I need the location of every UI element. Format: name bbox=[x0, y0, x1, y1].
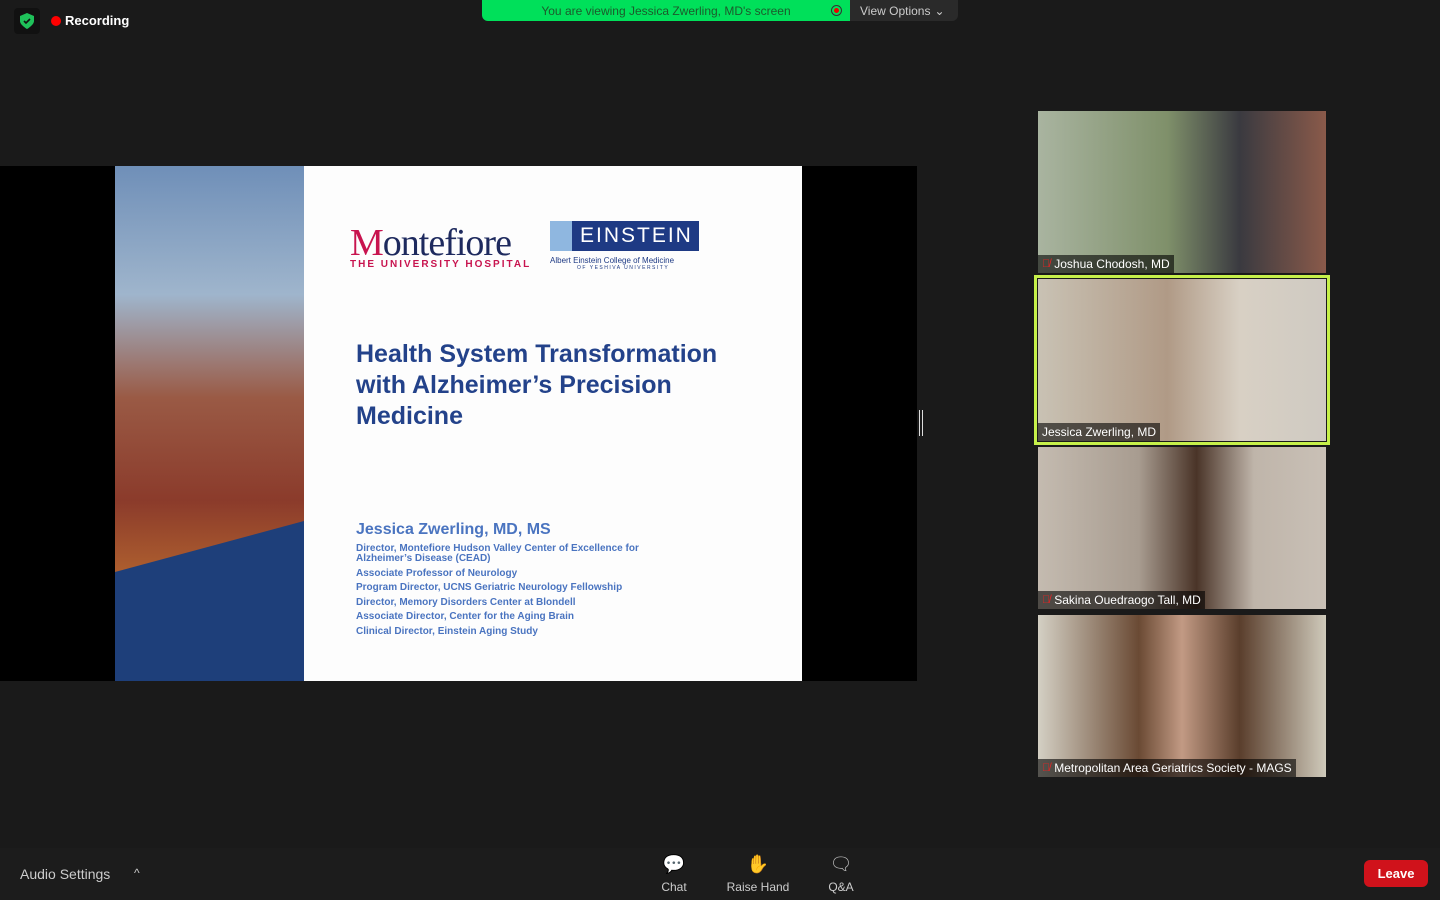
shared-screen: Montefiore THE UNIVERSITY HOSPITAL EINST… bbox=[0, 166, 917, 681]
qa-icon: 🗨 bbox=[829, 854, 853, 874]
montefiore-logo-subtitle: THE UNIVERSITY HOSPITAL bbox=[350, 259, 532, 270]
audio-settings-button[interactable]: Audio Settings bbox=[20, 866, 110, 882]
qa-label: Q&A bbox=[828, 880, 854, 894]
participant-name: Sakina Ouedraogo Tall, MD bbox=[1054, 593, 1201, 607]
leave-button[interactable]: Leave bbox=[1364, 860, 1428, 887]
meeting-controls-bar: Audio Settings ^ 💬 Chat ✋ Raise Hand 🗨 Q&A … bbox=[0, 848, 1440, 900]
resize-handle[interactable] bbox=[919, 410, 923, 436]
top-bar: Recording You are viewing Jessica Zwerli… bbox=[0, 0, 1440, 40]
einstein-logo-subtitle2: OF YESHIVA UNIVERSITY bbox=[577, 265, 670, 271]
presentation-slide: Montefiore THE UNIVERSITY HOSPITAL EINST… bbox=[115, 166, 802, 681]
recording-dot-icon bbox=[51, 15, 61, 26]
einstein-logo-subtitle: Albert Einstein College of Medicine bbox=[550, 256, 675, 265]
view-options-label: View Options bbox=[860, 3, 931, 18]
hand-icon: ✋ bbox=[746, 854, 770, 874]
participant-name: Metropolitan Area Geriatrics Society - M… bbox=[1054, 761, 1292, 775]
recording-label: Recording bbox=[65, 13, 130, 28]
chat-button[interactable]: 💬 Chat bbox=[658, 854, 690, 894]
chevron-down-icon: ⌄ bbox=[934, 3, 945, 18]
participant-name-tag: 🎙̸ Metropolitan Area Geriatrics Society -… bbox=[1038, 759, 1296, 777]
muted-mic-icon: 🎙̸ bbox=[1042, 594, 1051, 606]
participant-video-tile[interactable]: 🎙̸ Joshua Chodosh, MD bbox=[1038, 111, 1326, 273]
role-item: Program Director, UCNS Geriatric Neurolo… bbox=[356, 582, 623, 593]
muted-mic-icon: 🎙̸ bbox=[1042, 258, 1051, 270]
participant-video-tile[interactable]: 🎙̸ Sakina Ouedraogo Tall, MD bbox=[1038, 447, 1326, 609]
role-item: Associate Director, Center for the Aging… bbox=[356, 611, 575, 622]
role-item: Associate Professor of Neurology bbox=[356, 567, 518, 579]
role-item: Director, Memory Disorders Center at Blo… bbox=[356, 596, 576, 608]
view-options-button[interactable]: View Options ⌄ bbox=[850, 0, 958, 21]
role-item: Clinical Director, Einstein Aging Study bbox=[356, 625, 538, 637]
record-icon[interactable] bbox=[831, 5, 842, 16]
qa-button[interactable]: 🗨 Q&A bbox=[824, 854, 858, 894]
einstein-logo: EINSTEIN bbox=[550, 221, 699, 251]
participant-name: Joshua Chodosh, MD bbox=[1054, 257, 1170, 271]
chat-icon: 💬 bbox=[662, 854, 686, 874]
viewing-banner-text: You are viewing Jessica Zwerling, MD's s… bbox=[541, 3, 791, 18]
participant-name-tag: 🎙̸ Joshua Chodosh, MD bbox=[1038, 255, 1174, 273]
role-item: Director, Montefiore Hudson Valley Cente… bbox=[356, 543, 639, 564]
author-roles: Director, Montefiore Hudson Valley Cente… bbox=[356, 544, 676, 641]
raise-hand-label: Raise Hand bbox=[726, 880, 790, 894]
chat-label: Chat bbox=[661, 880, 687, 894]
participant-name-tag: 🎙̸ Sakina Ouedraogo Tall, MD bbox=[1038, 591, 1205, 609]
chevron-up-icon[interactable]: ^ bbox=[134, 866, 140, 880]
slide-title: Health System Transformation with Alzhei… bbox=[356, 340, 718, 430]
participant-video-tile[interactable]: 🎙̸ Metropolitan Area Geriatrics Society -… bbox=[1038, 615, 1326, 777]
raise-hand-button[interactable]: ✋ Raise Hand bbox=[722, 854, 794, 894]
viewing-banner: You are viewing Jessica Zwerling, MD's s… bbox=[482, 0, 850, 21]
active-speaker-highlight bbox=[1034, 275, 1330, 445]
security-shield-icon[interactable] bbox=[14, 8, 40, 34]
muted-mic-icon: 🎙̸ bbox=[1042, 762, 1051, 774]
recording-indicator[interactable]: Recording bbox=[51, 13, 129, 28]
slide-author: Jessica Zwerling, MD, MS bbox=[356, 521, 551, 538]
